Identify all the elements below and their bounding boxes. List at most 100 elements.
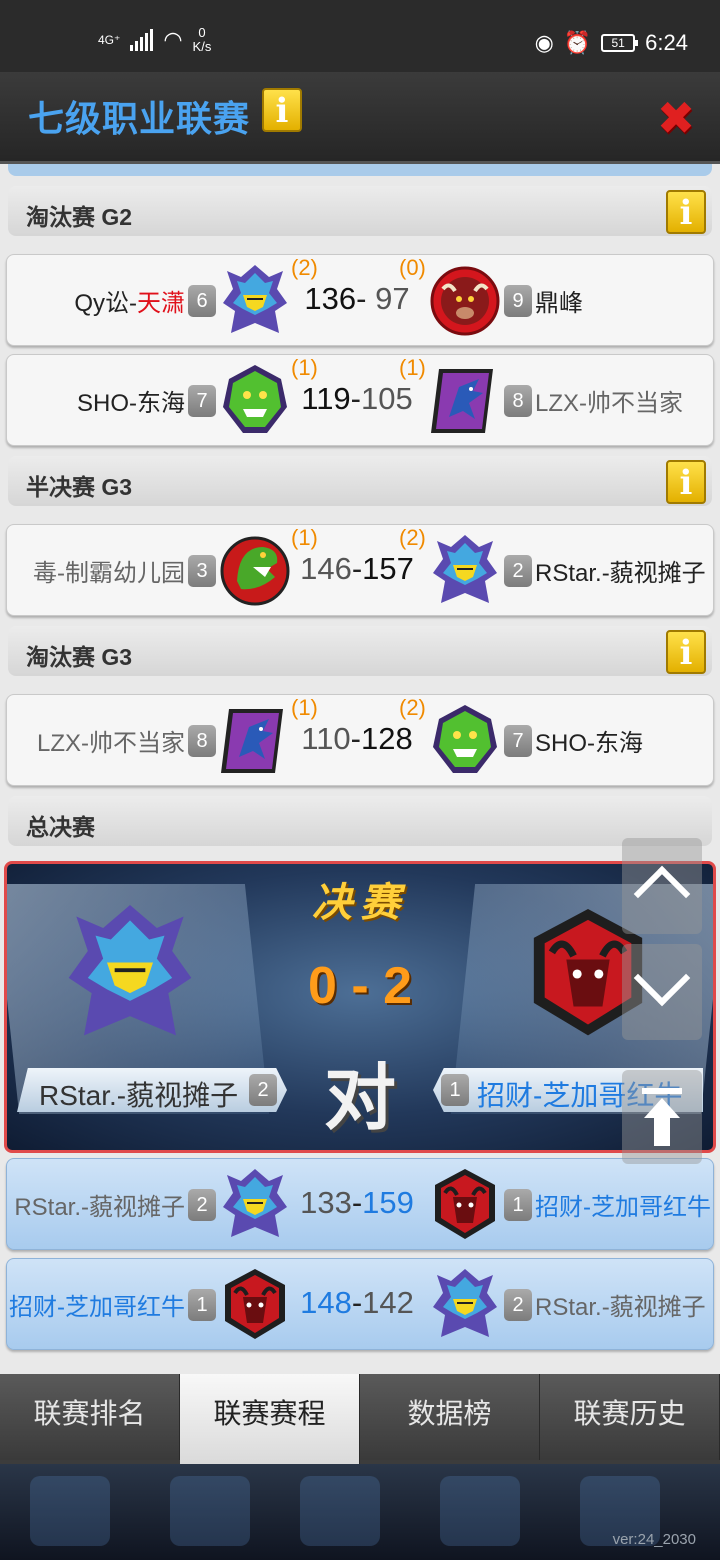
left-series-wins: (1) bbox=[291, 695, 318, 720]
right-team-name: 招财-芝加哥红牛 bbox=[535, 1194, 711, 1221]
info-button[interactable]: i bbox=[262, 88, 302, 132]
score-dash: - bbox=[351, 1185, 363, 1220]
score-dash: - bbox=[351, 551, 363, 586]
section-info-button[interactable]: i bbox=[666, 630, 706, 674]
battery-level: 51 bbox=[611, 36, 625, 50]
left-team-name: LZX-帅不当家 bbox=[36, 730, 185, 757]
left-score: 148 bbox=[300, 1285, 352, 1320]
section-title: 半决赛 G3 bbox=[26, 474, 133, 500]
right-series-wins: (1) bbox=[399, 355, 426, 380]
final-series-score: 0 - 2 bbox=[307, 957, 413, 1015]
page-title: 七级职业联赛 bbox=[28, 98, 251, 139]
chevron-down-icon bbox=[633, 949, 691, 1007]
left-seed-badge: 3 bbox=[188, 555, 216, 587]
match-card[interactable]: 毒-制霸幼儿园 3 (1) 146-157 (2) 2 RStar.-藐视摊子 bbox=[6, 524, 714, 616]
section-header-final: 总决赛 bbox=[8, 796, 712, 846]
match-card[interactable]: SHO-东海 7 (1) 119-105 (1) 8 LZX-帅不当家 bbox=[6, 354, 714, 446]
right-series-wins: (2) bbox=[399, 525, 426, 550]
monster-logo-icon bbox=[223, 365, 287, 433]
left-team-suffix: 天潇 bbox=[137, 290, 185, 317]
tab-league-history[interactable]: 联赛历史 bbox=[540, 1374, 720, 1460]
status-bar: 4G⁺ ◠ 0 K/s ◉ ⏰ 51 6:24 bbox=[0, 0, 720, 72]
final-left-seed-badge: 2 bbox=[249, 1074, 277, 1106]
section-title: 淘汰赛 G3 bbox=[26, 644, 133, 670]
nav-icon bbox=[300, 1476, 380, 1546]
right-seed-badge: 7 bbox=[504, 725, 532, 757]
section-title: 总决赛 bbox=[26, 814, 95, 840]
schedule-list[interactable]: 淘汰赛 G2 i Qy讼-天潇 6 (2) 136- 97 (0) 9 鼎峰 S… bbox=[0, 164, 720, 1374]
scroll-down-button[interactable] bbox=[622, 944, 702, 1040]
knight-logo-icon bbox=[222, 264, 288, 334]
left-team-name: 招财-芝加哥红牛 bbox=[9, 1294, 185, 1321]
tab-stats-board[interactable]: 数据榜 bbox=[360, 1374, 540, 1460]
alarm-icon: ⏰ bbox=[563, 30, 592, 55]
eagle-logo-icon bbox=[431, 369, 493, 433]
clock: 6:24 bbox=[645, 30, 688, 55]
scroll-up-button[interactable] bbox=[622, 838, 702, 934]
arrow-up-icon bbox=[642, 1088, 682, 1146]
right-seed-badge: 9 bbox=[504, 285, 532, 317]
dino-logo-icon bbox=[220, 536, 290, 606]
score-dash: - bbox=[350, 381, 361, 416]
right-score: 128 bbox=[361, 721, 413, 756]
match-score: 119-105 bbox=[287, 381, 427, 417]
tab-league-schedule[interactable]: 联赛赛程 bbox=[180, 1374, 360, 1464]
right-team-name: LZX-帅不当家 bbox=[535, 390, 684, 417]
left-score: 110 bbox=[301, 721, 351, 756]
bottom-nav-background: ver:24_2030 bbox=[0, 1464, 720, 1560]
left-team-prefix: Qy讼- bbox=[74, 290, 137, 317]
left-team-name: 毒-制霸幼儿园 bbox=[33, 560, 185, 587]
right-team-name: SHO-东海 bbox=[535, 730, 643, 757]
left-team-name: RStar.-藐视摊子 bbox=[14, 1194, 185, 1221]
eagle-logo-icon bbox=[221, 709, 283, 773]
match-score: 136- 97 bbox=[287, 281, 427, 317]
match-score: 133-159 bbox=[287, 1185, 427, 1221]
net-speed: 0 K/s bbox=[193, 26, 212, 54]
net-speed-value: 0 bbox=[198, 25, 206, 40]
monster-logo-icon bbox=[433, 705, 497, 773]
status-right: ◉ ⏰ 51 6:24 bbox=[535, 30, 688, 56]
right-score: 142 bbox=[362, 1285, 414, 1320]
tab-league-ranking[interactable]: 联赛排名 bbox=[0, 1374, 180, 1460]
scroll-to-top-button[interactable] bbox=[622, 1070, 702, 1164]
network-label: 4G⁺ bbox=[98, 33, 121, 47]
nav-icon bbox=[30, 1476, 110, 1546]
knight-logo-icon bbox=[432, 1268, 498, 1338]
bull-logo-icon bbox=[223, 1267, 287, 1341]
right-seed-badge: 1 bbox=[504, 1189, 532, 1221]
left-team-name: SHO-东海 bbox=[77, 390, 185, 417]
right-seed-badge: 8 bbox=[504, 385, 532, 417]
right-team-name: RStar.-藐视摊子 bbox=[535, 560, 706, 587]
battery-icon: 51 bbox=[601, 34, 639, 52]
app-header: 七级职业联赛 i ✖ bbox=[0, 72, 720, 164]
net-speed-unit: K/s bbox=[192, 39, 212, 54]
bull-logo-icon bbox=[433, 1167, 497, 1241]
match-score: 110-128 bbox=[287, 721, 427, 757]
left-seed-badge: 1 bbox=[188, 1289, 216, 1321]
wifi-icon: ◠ bbox=[163, 27, 183, 52]
close-button[interactable]: ✖ bbox=[654, 95, 698, 141]
version-label: ver:24_2030 bbox=[612, 1531, 696, 1548]
knight-logo-icon bbox=[432, 534, 498, 604]
right-series-wins: (2) bbox=[399, 695, 426, 720]
left-series-wins: (1) bbox=[291, 525, 318, 550]
match-score: 146-157 bbox=[287, 551, 427, 587]
final-game-card[interactable]: RStar.-藐视摊子 2 133-159 1 招财-芝加哥红牛 bbox=[6, 1158, 714, 1250]
nav-icon bbox=[170, 1476, 250, 1546]
section-info-button[interactable]: i bbox=[666, 460, 706, 504]
eye-icon: ◉ bbox=[534, 30, 554, 55]
left-score: 133 bbox=[300, 1185, 352, 1220]
match-card[interactable]: LZX-帅不当家 8 (1) 110-128 (2) 7 SHO-东海 bbox=[6, 694, 714, 786]
left-score: 146 bbox=[300, 551, 352, 586]
final-game-card[interactable]: 招财-芝加哥红牛 1 148-142 2 RStar.-藐视摊子 bbox=[6, 1258, 714, 1350]
final-banner[interactable]: 决赛 0 - 2 对 RStar.-藐视摊子 2 1 招财-芝加哥红牛 bbox=[4, 861, 716, 1153]
right-score: 97 bbox=[375, 281, 410, 316]
nav-icon bbox=[440, 1476, 520, 1546]
section-info-button[interactable]: i bbox=[666, 190, 706, 234]
final-left-team-name: RStar.-藐视摊子 bbox=[39, 1080, 239, 1111]
left-seed-badge: 2 bbox=[188, 1189, 216, 1221]
match-card[interactable]: Qy讼-天潇 6 (2) 136- 97 (0) 9 鼎峰 bbox=[6, 254, 714, 346]
match-score: 148-142 bbox=[287, 1285, 427, 1321]
right-score: 105 bbox=[361, 381, 413, 416]
section-title: 淘汰赛 G2 bbox=[26, 204, 133, 230]
